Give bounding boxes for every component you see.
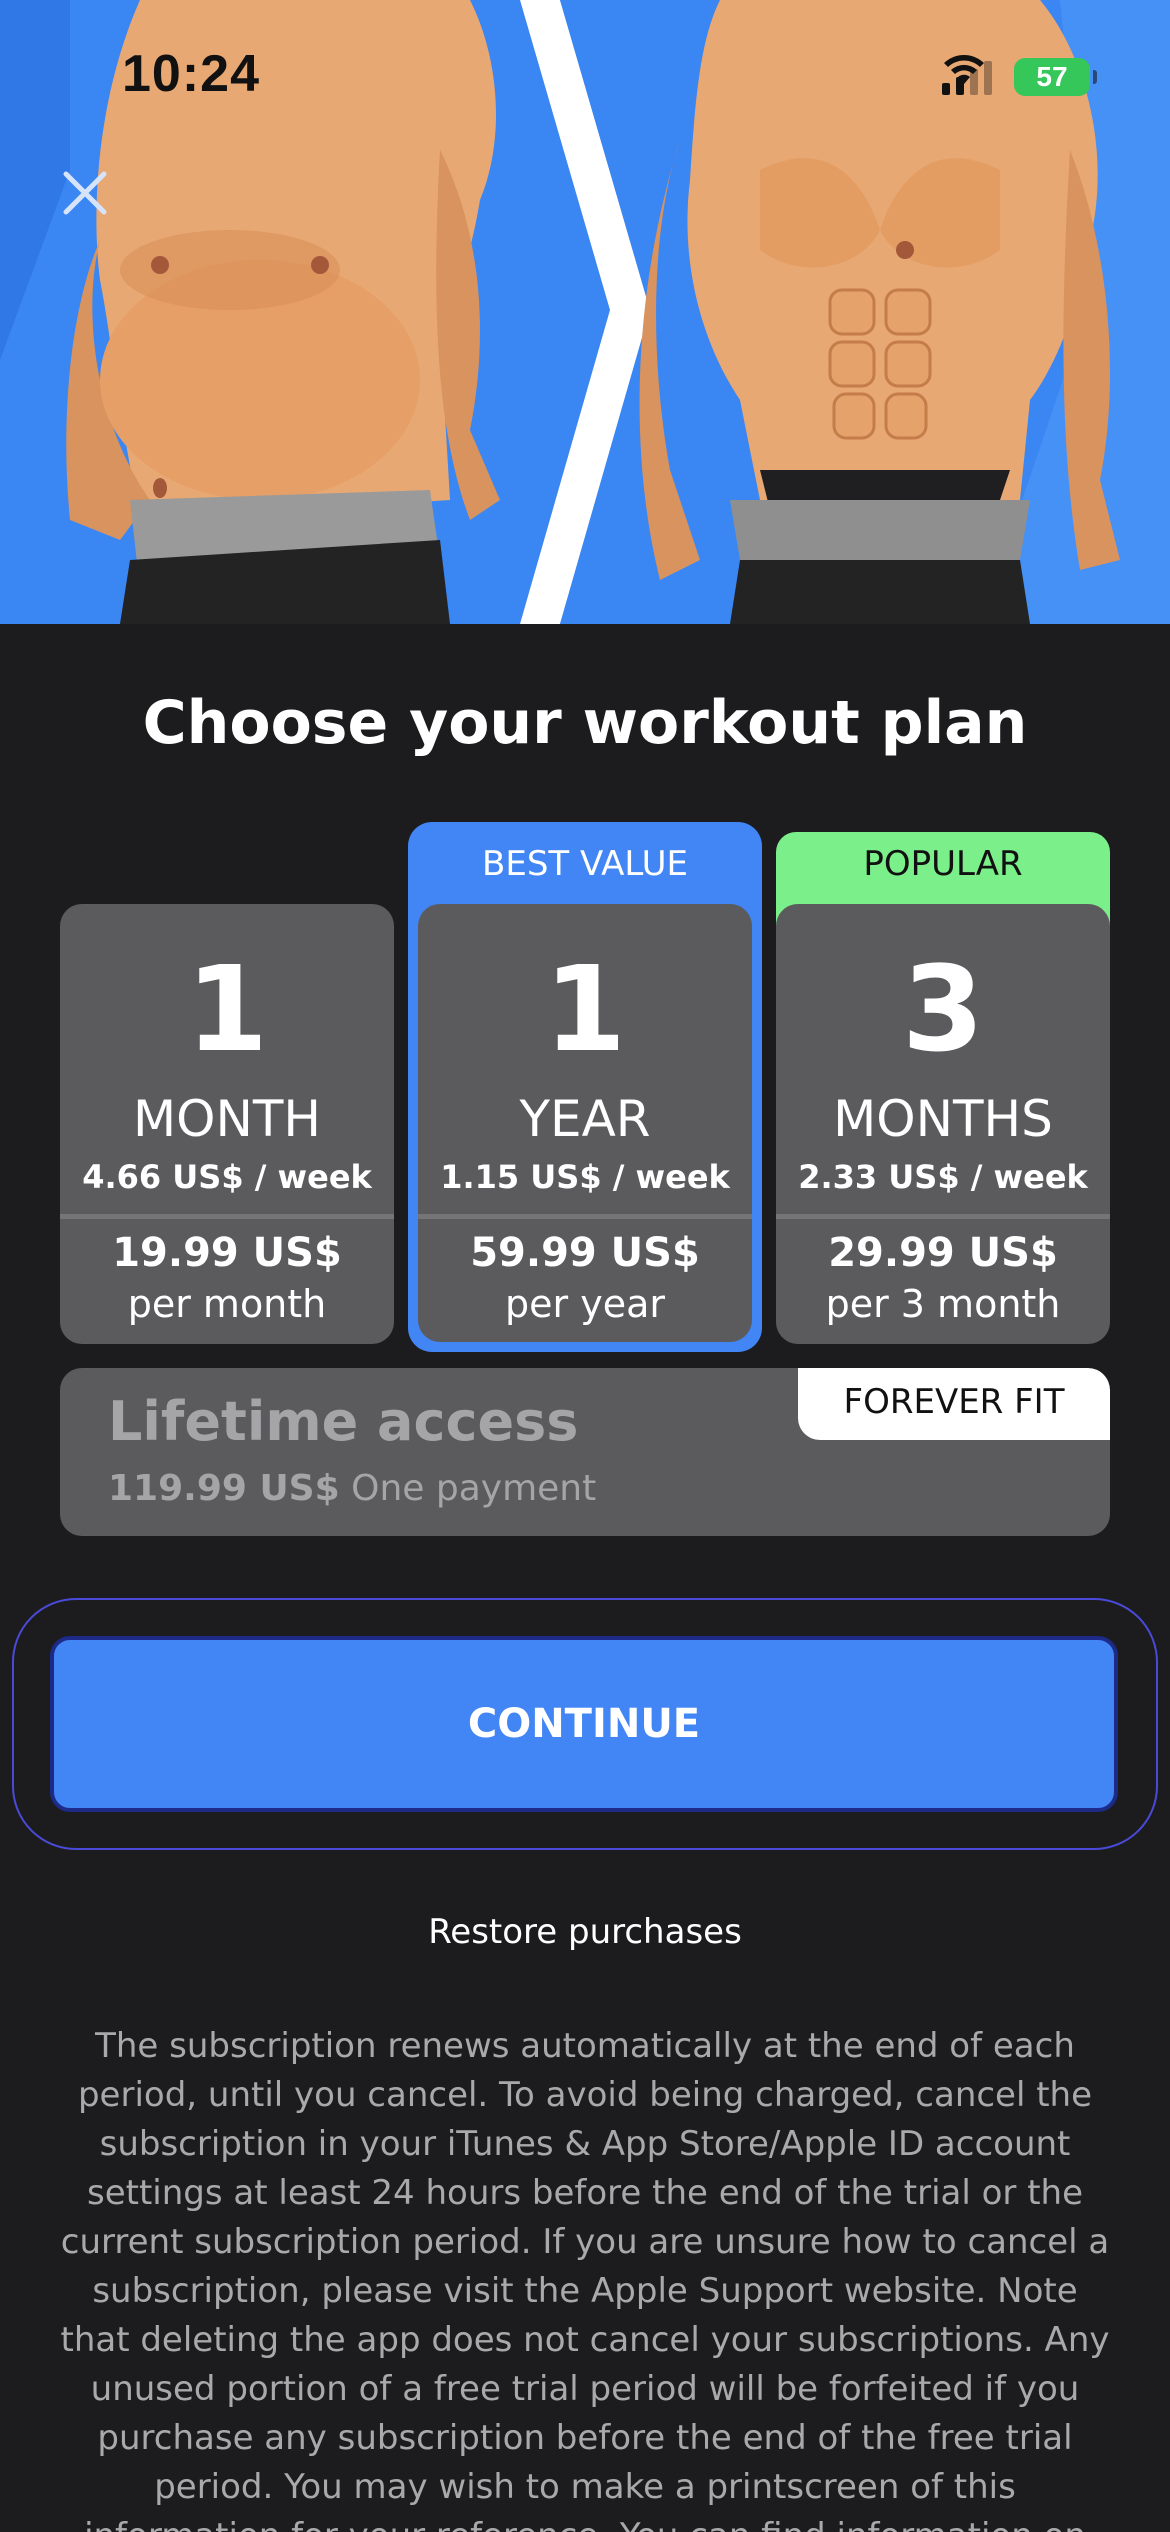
wifi-icon bbox=[944, 55, 984, 84]
plan-weekly-price: 2.33 US$ / week bbox=[798, 1158, 1088, 1196]
lifetime-note: One payment bbox=[351, 1468, 597, 1509]
plan-card: 3 MONTHS 2.33 US$ / week 29.99 US$ per 3… bbox=[776, 904, 1110, 1344]
before-after-hero-image: 10:24 57 bbox=[0, 0, 1170, 624]
forever-fit-badge: FOREVER FIT bbox=[798, 1368, 1110, 1440]
plan-billing-period: per month bbox=[127, 1282, 327, 1326]
restore-purchases-link[interactable]: Restore purchases bbox=[0, 1912, 1170, 1952]
plan-total-price: 19.99 US$ bbox=[112, 1230, 342, 1276]
plan-option-monthly[interactable]: 1 MONTH 4.66 US$ / week 19.99 US$ per mo… bbox=[60, 904, 394, 1344]
plan-divider bbox=[418, 1214, 752, 1219]
plan-option-lifetime[interactable]: Lifetime access 119.99 US$ One payment F… bbox=[60, 1368, 1110, 1536]
plan-duration-number: 3 bbox=[901, 940, 985, 1078]
battery-icon: 57 bbox=[1014, 58, 1097, 96]
status-bar-indicators: 57 bbox=[942, 52, 1097, 102]
paywall-screen: 10:24 57 Choose your workout plan 1 MONT… bbox=[0, 0, 1170, 2532]
continue-button[interactable]: CONTINUE bbox=[50, 1636, 1118, 1812]
plan-weekly-price: 1.15 US$ / week bbox=[440, 1158, 730, 1196]
plan-duration-number: 1 bbox=[185, 940, 269, 1078]
plan-weekly-price: 4.66 US$ / week bbox=[82, 1158, 372, 1196]
plan-duration-number: 1 bbox=[543, 940, 627, 1078]
plan-total-price: 29.99 US$ bbox=[828, 1230, 1058, 1276]
plan-duration-unit: YEAR bbox=[519, 1090, 651, 1148]
page-title: Choose your workout plan bbox=[142, 688, 1028, 758]
plan-billing-period: per 3 month bbox=[825, 1282, 1061, 1326]
plan-option-quarterly[interactable]: POPULAR 3 MONTHS 2.33 US$ / week 29.99 U… bbox=[776, 832, 1110, 1344]
lifetime-title: Lifetime access bbox=[108, 1390, 579, 1453]
plan-option-yearly[interactable]: BEST VALUE 1 YEAR 1.15 US$ / week 59.99 … bbox=[408, 822, 762, 1352]
lifetime-subtitle: 119.99 US$ One payment bbox=[108, 1468, 596, 1509]
plan-total-price: 59.99 US$ bbox=[470, 1230, 700, 1276]
close-icon bbox=[63, 171, 107, 215]
plan-divider bbox=[60, 1214, 394, 1219]
plan-billing-period: per year bbox=[505, 1282, 665, 1326]
plan-divider bbox=[776, 1214, 1110, 1219]
plan-duration-unit: MONTH bbox=[132, 1090, 322, 1148]
close-button[interactable] bbox=[62, 170, 124, 232]
battery-level: 57 bbox=[1036, 61, 1068, 92]
status-bar-time: 10:24 bbox=[122, 45, 260, 103]
subscription-terms-text: The subscription renews automatically at… bbox=[60, 2026, 1110, 2532]
best-value-badge: BEST VALUE bbox=[482, 844, 688, 884]
plan-card: 1 YEAR 1.15 US$ / week 59.99 US$ per yea… bbox=[418, 904, 752, 1342]
lifetime-price: 119.99 US$ bbox=[108, 1468, 340, 1509]
plan-duration-unit: MONTHS bbox=[833, 1090, 1053, 1148]
plan-card: 1 MONTH 4.66 US$ / week 19.99 US$ per mo… bbox=[60, 904, 394, 1344]
